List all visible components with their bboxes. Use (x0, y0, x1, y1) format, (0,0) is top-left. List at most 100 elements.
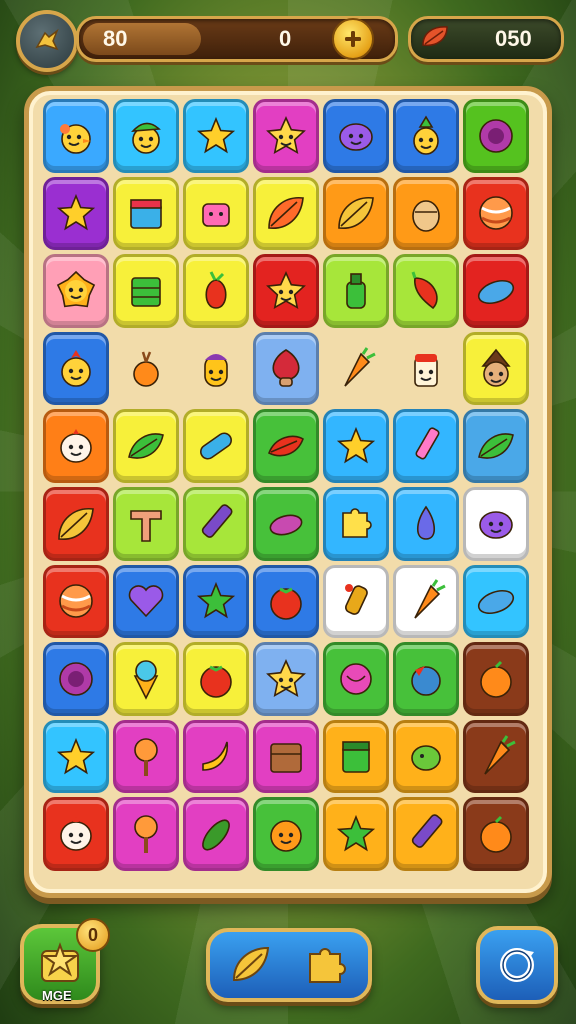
board-tile[interactable] (43, 719, 109, 794)
leaf-icon (263, 190, 309, 236)
mode-badge: 0 (76, 918, 110, 952)
board-tile[interactable] (463, 642, 529, 716)
puzzle-piece-icon[interactable] (302, 940, 352, 990)
board-tile[interactable] (183, 797, 249, 871)
board-tile[interactable] (393, 331, 459, 406)
board-tile[interactable] (323, 797, 389, 871)
board-tile[interactable] (113, 564, 179, 639)
board-tile[interactable] (463, 99, 529, 173)
board-tile[interactable] (253, 331, 319, 406)
gold-leaf-icon[interactable] (226, 940, 276, 990)
board-tile[interactable] (323, 176, 389, 251)
board-tile[interactable] (463, 331, 529, 406)
gold-leaf-icon (333, 190, 379, 236)
board-tile[interactable] (183, 176, 249, 251)
board-tile[interactable] (463, 487, 529, 561)
board-tile[interactable] (323, 331, 389, 406)
board-tile[interactable] (43, 331, 109, 406)
board-tile[interactable] (43, 642, 109, 716)
board-tile[interactable] (463, 409, 529, 483)
board-tile[interactable] (43, 487, 109, 561)
board-tile[interactable] (113, 642, 179, 716)
board-tile[interactable] (43, 409, 109, 483)
refresh-icon (500, 948, 534, 982)
board-tile[interactable] (323, 642, 389, 716)
board-tile[interactable] (183, 331, 249, 406)
board-tile[interactable] (253, 487, 319, 561)
corn-face-icon (193, 346, 239, 392)
board-tile[interactable] (393, 176, 459, 251)
star-icon (333, 423, 379, 469)
orange-fruit-icon (473, 811, 519, 857)
board-tile[interactable] (43, 797, 109, 871)
mode-label: MGE (42, 988, 72, 1003)
blue-drop-icon (403, 501, 449, 547)
board-tile[interactable] (253, 176, 319, 251)
board-tile[interactable] (393, 797, 459, 871)
board-tile[interactable] (253, 99, 319, 173)
crayon-icon (403, 811, 449, 857)
board-tile[interactable] (393, 487, 459, 561)
board-tile[interactable] (323, 254, 389, 328)
board-tile[interactable] (323, 99, 389, 173)
board-tile[interactable] (253, 719, 319, 794)
board-tile[interactable] (113, 176, 179, 251)
board-tile[interactable] (183, 409, 249, 483)
board-tile[interactable] (253, 254, 319, 328)
add-coins-button[interactable] (332, 18, 374, 60)
board-tile[interactable] (253, 797, 319, 871)
board-tile[interactable] (463, 719, 529, 794)
puzzle-icon (333, 501, 379, 547)
board-tile[interactable] (393, 564, 459, 639)
refresh-button[interactable] (476, 926, 558, 1004)
board-tile[interactable] (323, 564, 389, 639)
board-tile[interactable] (113, 331, 179, 406)
board-tile[interactable] (393, 719, 459, 794)
plus-icon (345, 31, 361, 47)
moves-value: 80 (103, 26, 128, 51)
board-tile[interactable] (43, 254, 109, 328)
board-tile[interactable] (183, 642, 249, 716)
board-tile[interactable] (463, 564, 529, 639)
board-tile[interactable] (113, 487, 179, 561)
board-tile[interactable] (113, 797, 179, 871)
powerups-tray[interactable] (206, 928, 372, 1002)
board-tile[interactable] (113, 99, 179, 173)
board-tile[interactable] (113, 254, 179, 328)
pineapple-face-icon (403, 113, 449, 159)
menu-button[interactable] (16, 10, 78, 72)
board-tile[interactable] (393, 99, 459, 173)
board-tile[interactable] (463, 797, 529, 871)
board-tile[interactable] (183, 719, 249, 794)
gift-box-icon (123, 190, 169, 236)
board-tile[interactable] (323, 409, 389, 483)
board-tile[interactable] (323, 487, 389, 561)
board-tile[interactable] (463, 176, 529, 251)
board-tile[interactable] (183, 487, 249, 561)
board-tile[interactable] (393, 642, 459, 716)
blue-capsule-icon (193, 423, 239, 469)
sparkler-icon (333, 578, 379, 624)
board-tile[interactable] (393, 254, 459, 328)
board-tile[interactable] (253, 409, 319, 483)
egg-face-icon (53, 423, 99, 469)
board-tile[interactable] (43, 564, 109, 639)
green-block-icon (123, 268, 169, 314)
board-tile[interactable] (183, 99, 249, 173)
board-tile[interactable] (183, 564, 249, 639)
carrot-icon (403, 578, 449, 624)
orange-face-icon (263, 811, 309, 857)
board-tile[interactable] (253, 564, 319, 639)
board-tile[interactable] (253, 642, 319, 716)
green-bean-icon (403, 734, 449, 780)
board-tile[interactable] (43, 176, 109, 251)
board-tile[interactable] (183, 254, 249, 328)
board-tile[interactable] (393, 409, 459, 483)
board-tile[interactable] (43, 99, 109, 173)
board-tile[interactable] (113, 719, 179, 794)
board-tile[interactable] (113, 409, 179, 483)
board-tile[interactable] (323, 719, 389, 794)
game-board (24, 86, 552, 898)
tomato-icon (193, 656, 239, 702)
board-tile[interactable] (463, 254, 529, 328)
